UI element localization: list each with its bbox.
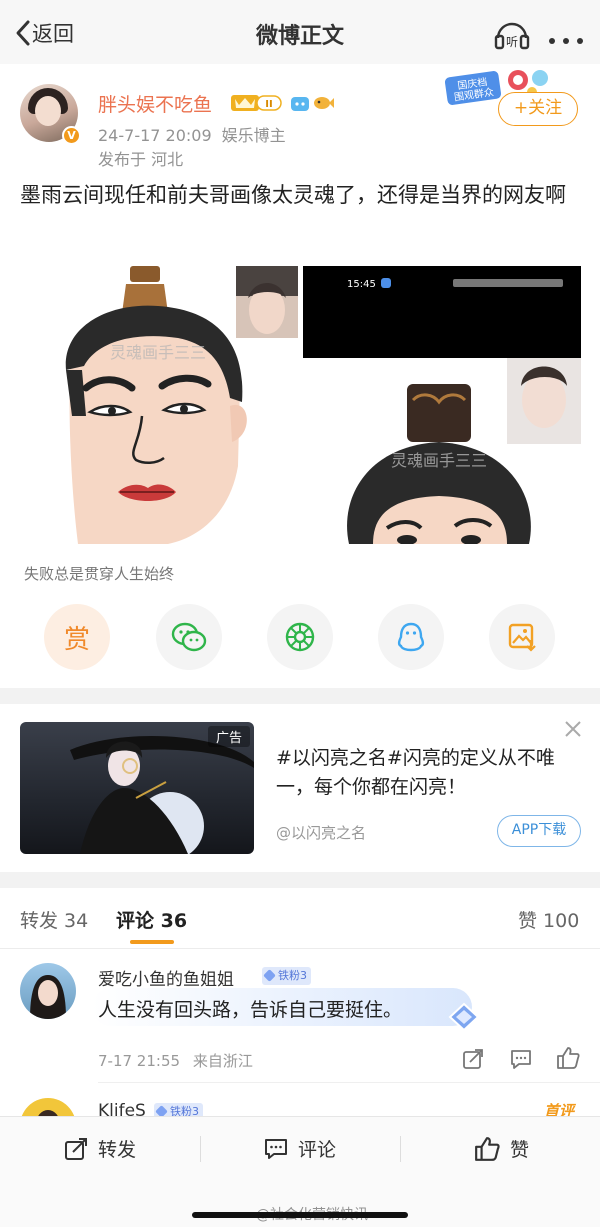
post-text: 墨雨云间现任和前夫哥画像太灵魂了，还得是当界的网友啊 [20,183,566,207]
tab-repost[interactable]: 转发 34 [20,906,88,933]
repost-button[interactable]: 转发 [64,1135,136,1162]
bar-divider [400,1136,401,1162]
diamond-icon [448,1002,480,1032]
share-qq-button[interactable] [378,604,444,670]
headphones-icon: 听 [494,22,530,50]
cartoon-portrait-image: 灵魂画手三三 [65,266,298,544]
comment-avatar[interactable] [20,963,76,1019]
save-image-button[interactable] [489,604,555,670]
tv-icon [291,97,309,111]
more-button[interactable] [548,30,584,44]
image2-watermark: 灵魂画手三三 [391,451,487,470]
like-label: 赞 [510,1139,530,1161]
user-avatar-image [30,975,66,1019]
fan-badge: 铁粉3 [262,967,311,985]
author-role: 娱乐博主 [221,126,286,145]
close-icon[interactable] [562,718,584,740]
comment-time: 7-17 21:55 [98,1052,181,1070]
tab-comment[interactable]: 评论 36 [116,906,187,933]
comment-author-name[interactable]: 爱吃小鱼的鱼姐姐 [98,965,234,990]
fish-icon [314,97,334,109]
like-button[interactable]: 赞 [474,1135,529,1162]
moments-icon [285,622,315,652]
repost-icon [65,1137,87,1160]
tab-like[interactable]: 赞 100 [518,906,579,933]
post-meta: 24-7-17 20:09 娱乐博主 [98,122,286,146]
post-image-1[interactable]: 灵魂画手三三 [18,266,298,544]
ad-label: 广告 [207,726,250,747]
level-badge-icon: II [231,95,282,111]
screenshot-cartoon-image: 15:45 灵魂画手三三 [303,266,581,544]
home-indicator [192,1212,408,1218]
verified-badge: V [62,126,81,145]
ad-source[interactable]: @以闪亮之名 [276,822,366,843]
post-date: 24-7-17 20:09 [98,126,212,145]
qq-icon [397,622,425,652]
post-location: 发布于 河北 [98,150,184,169]
active-tab-indicator [130,940,174,944]
reward-label: 赏 [63,624,90,655]
comment-icon [265,1138,287,1159]
tabs-divider [0,948,600,949]
ad-image[interactable]: 广告 [20,722,254,854]
image-caption: 失败总是贯穿人生始终 [24,565,175,583]
image1-watermark: 灵魂画手三三 [110,343,206,362]
section-divider [0,872,600,888]
image2-status-time: 15:45 [347,279,376,290]
listen-label: 听 [506,35,518,49]
like-icon[interactable] [556,1046,580,1070]
repost-icon[interactable] [462,1048,484,1070]
comment-divider [98,1082,600,1083]
comment-button[interactable]: 评论 [264,1135,336,1162]
level-badge-text: II [265,99,272,110]
more-icon [549,38,583,44]
nav-bar: 返回 微博正文 听 [0,0,600,64]
bar-divider [200,1136,201,1162]
like-icon [475,1136,500,1161]
repost-label: 转发 [98,1139,137,1161]
comment-text: 人生没有回头路，告诉自己要挺住。 [98,999,403,1021]
comment-icon[interactable] [510,1048,532,1070]
reward-button[interactable]: 赏 [44,604,110,670]
section-divider [0,688,600,704]
share-wechat-button[interactable] [156,604,222,670]
comment-label: 评论 [298,1139,337,1161]
wechat-icon [171,622,207,652]
save-image-icon [508,623,536,652]
share-moments-button[interactable] [267,604,333,670]
listen-button[interactable]: 听 [494,18,530,50]
comment-location: 来自浙江 [192,1052,253,1070]
app-download-button[interactable]: APP下载 [497,815,581,847]
author-name[interactable]: 胖头娱不吃鱼 [98,90,212,117]
follow-button[interactable]: +关注 [498,92,578,126]
post-image-2[interactable]: 15:45 灵魂画手三三 [303,266,581,544]
comment-meta: 7-17 21:55 来自浙江 [98,1050,253,1071]
ad-text[interactable]: #以闪亮之名#闪亮的定义从不唯一，每个你都在闪亮！ [276,744,584,802]
